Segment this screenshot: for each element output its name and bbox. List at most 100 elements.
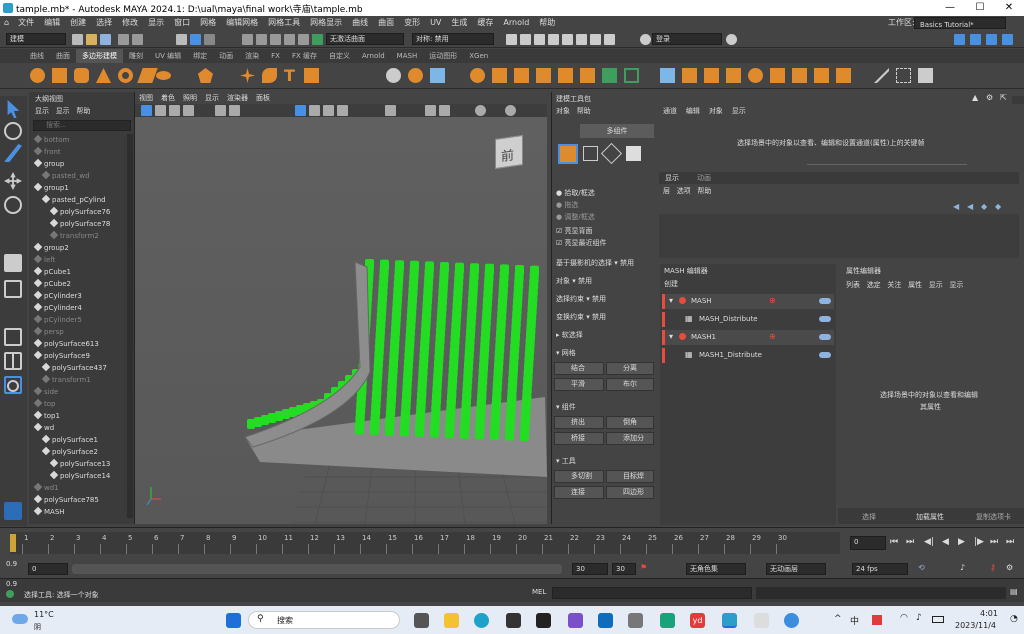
uv-shelf-icon[interactable] bbox=[918, 68, 933, 83]
mode-dropdown[interactable]: 建模 bbox=[6, 33, 66, 45]
combine-button[interactable]: 结合 bbox=[554, 362, 604, 375]
mash-create-menu[interactable]: 创建 bbox=[664, 279, 678, 289]
menu-edit[interactable]: 编辑 bbox=[39, 16, 65, 30]
menu-mesh-display[interactable]: 网格显示 bbox=[305, 16, 347, 30]
outliner-item[interactable]: top1 bbox=[33, 410, 60, 422]
bevel-shelf-icon[interactable] bbox=[558, 68, 573, 83]
app-black-icon[interactable] bbox=[536, 613, 551, 628]
object-value[interactable]: 禁用 bbox=[578, 277, 592, 285]
outliner-item[interactable]: side bbox=[33, 386, 58, 398]
image-plane-icon[interactable] bbox=[183, 105, 194, 116]
edge-icon[interactable] bbox=[474, 613, 489, 628]
shelf-tab-sculpt[interactable]: 雕刻 bbox=[123, 49, 149, 63]
bridge2-shelf-icon[interactable] bbox=[704, 68, 719, 83]
login-dropdown[interactable]: 登录 bbox=[652, 33, 722, 45]
textured-icon[interactable] bbox=[323, 105, 334, 116]
outliner-item[interactable]: top bbox=[33, 398, 55, 410]
super-shape-icon[interactable] bbox=[240, 68, 255, 83]
ime-indicator[interactable]: 中 bbox=[850, 614, 859, 627]
shelf-tab-rendering[interactable]: 渲染 bbox=[239, 49, 265, 63]
vp-menu-view[interactable]: 视图 bbox=[135, 92, 157, 104]
menu-uv[interactable]: UV bbox=[425, 16, 446, 30]
loop-icon[interactable]: ⟲ bbox=[918, 563, 925, 572]
boolean-shelf-icon[interactable] bbox=[408, 68, 423, 83]
arnold-render-icon[interactable] bbox=[576, 34, 587, 45]
gamma-icon[interactable] bbox=[505, 105, 516, 116]
pick-marquee-label[interactable]: 拾取/框选 bbox=[564, 189, 594, 197]
exposure-icon[interactable] bbox=[475, 105, 486, 116]
viewport-canvas[interactable]: 前 bbox=[135, 117, 555, 525]
wedge-shelf-icon[interactable] bbox=[814, 68, 829, 83]
arnold-ipr-icon[interactable] bbox=[590, 34, 601, 45]
app-purple-icon[interactable] bbox=[568, 613, 583, 628]
lasso-tool-icon[interactable] bbox=[4, 122, 22, 140]
mash1-child-row[interactable]: ▦ MASH1_Distribute bbox=[662, 348, 834, 363]
maximize-icon[interactable]: ☐ bbox=[965, 0, 995, 16]
scale-tool-icon[interactable] bbox=[4, 254, 22, 272]
channel-menu-show[interactable]: 显示 bbox=[732, 107, 746, 115]
outliner-item[interactable]: polySurface1 bbox=[41, 434, 98, 446]
mash-toggle[interactable] bbox=[819, 334, 831, 340]
step-back-key-icon[interactable]: ⏭ bbox=[906, 537, 914, 547]
layer-btn-1-icon[interactable]: ◀ bbox=[953, 202, 959, 211]
bookmark-icon[interactable] bbox=[169, 105, 180, 116]
file-explorer-icon[interactable] bbox=[444, 613, 459, 628]
menu-generate[interactable]: 生成 bbox=[446, 16, 472, 30]
script-language-label[interactable]: MEL bbox=[532, 588, 546, 596]
mash-child-row[interactable]: ▦ MASH_Distribute bbox=[662, 312, 834, 327]
mash-add-icon[interactable]: ⊕ bbox=[769, 332, 776, 341]
attr-load-button[interactable]: 加载属性 bbox=[916, 512, 944, 522]
outliner-item[interactable]: polySurface78 bbox=[49, 218, 110, 230]
hypershade-icon[interactable] bbox=[562, 34, 573, 45]
outliner-item[interactable]: group1 bbox=[33, 182, 69, 194]
outliner-menu-show[interactable]: 显示 bbox=[56, 107, 70, 115]
poly-cylinder-icon[interactable] bbox=[74, 68, 89, 83]
xray-icon[interactable] bbox=[439, 105, 450, 116]
mash-network-icon[interactable] bbox=[386, 68, 401, 83]
app-teal-icon[interactable] bbox=[660, 613, 675, 628]
subdiv-shelf-icon[interactable] bbox=[726, 68, 741, 83]
outliner-search-input[interactable] bbox=[33, 120, 131, 131]
snap-surface-icon[interactable] bbox=[298, 34, 309, 45]
outliner-item[interactable]: polySurface785 bbox=[33, 494, 99, 506]
live-surface-icon[interactable] bbox=[312, 34, 323, 45]
script-editor-icon[interactable]: ▤ bbox=[1010, 587, 1018, 596]
home-icon[interactable]: ⌂ bbox=[0, 16, 13, 30]
move-tool-icon[interactable] bbox=[4, 172, 22, 190]
xform-constraint-value[interactable]: 禁用 bbox=[592, 313, 606, 321]
char-set-icon[interactable]: ⚑ bbox=[640, 563, 647, 572]
tray-chevron-icon[interactable]: ^ bbox=[834, 614, 842, 624]
menu-create[interactable]: 创建 bbox=[65, 16, 91, 30]
attr-menu-attributes[interactable]: 属性 bbox=[908, 281, 922, 289]
select-component-icon[interactable] bbox=[204, 34, 215, 45]
bevel2-shelf-icon[interactable] bbox=[682, 68, 697, 83]
wifi-icon[interactable]: ◠ bbox=[900, 613, 908, 623]
target-weld-button[interactable]: 目标焊 bbox=[606, 470, 654, 483]
mtk-menu-object[interactable]: 对象 bbox=[556, 107, 570, 115]
nearest-label[interactable]: 亮显最近组件 bbox=[565, 239, 607, 247]
smooth-button[interactable]: 平滑 bbox=[554, 378, 604, 391]
extrude2-shelf-icon[interactable] bbox=[660, 68, 675, 83]
rotate-tool-icon[interactable] bbox=[4, 196, 22, 214]
outliner-item[interactable]: front bbox=[33, 146, 61, 158]
attr-menu-display[interactable]: 显示 bbox=[949, 281, 963, 289]
outliner-item[interactable]: polySurface613 bbox=[33, 338, 99, 350]
camera-select-icon[interactable] bbox=[141, 105, 152, 116]
outliner-item[interactable]: wd bbox=[33, 422, 54, 434]
maya-taskbar-icon[interactable] bbox=[722, 613, 737, 628]
add-divisions-button[interactable]: 添加分 bbox=[606, 432, 654, 445]
shelf-tab-fx-cache[interactable]: FX 缓存 bbox=[286, 49, 323, 63]
layer-menu-options[interactable]: 选项 bbox=[677, 187, 691, 195]
shelf-tab-uv[interactable]: UV 编辑 bbox=[149, 49, 187, 63]
step-forward-key-icon[interactable]: ⏭ bbox=[990, 537, 998, 547]
mesh-section[interactable]: 网格 bbox=[562, 349, 576, 357]
render-current-icon[interactable] bbox=[520, 34, 531, 45]
redo-icon[interactable] bbox=[132, 34, 143, 45]
vp-menu-show[interactable]: 显示 bbox=[201, 92, 223, 104]
outliner-item[interactable]: group bbox=[33, 158, 64, 170]
snap-curve-icon[interactable] bbox=[256, 34, 267, 45]
outliner-item[interactable]: polySurface13 bbox=[49, 458, 110, 470]
browser-icon[interactable] bbox=[784, 613, 799, 628]
multicut-button[interactable]: 多切割 bbox=[554, 470, 604, 483]
last-tool-icon[interactable] bbox=[4, 280, 22, 298]
